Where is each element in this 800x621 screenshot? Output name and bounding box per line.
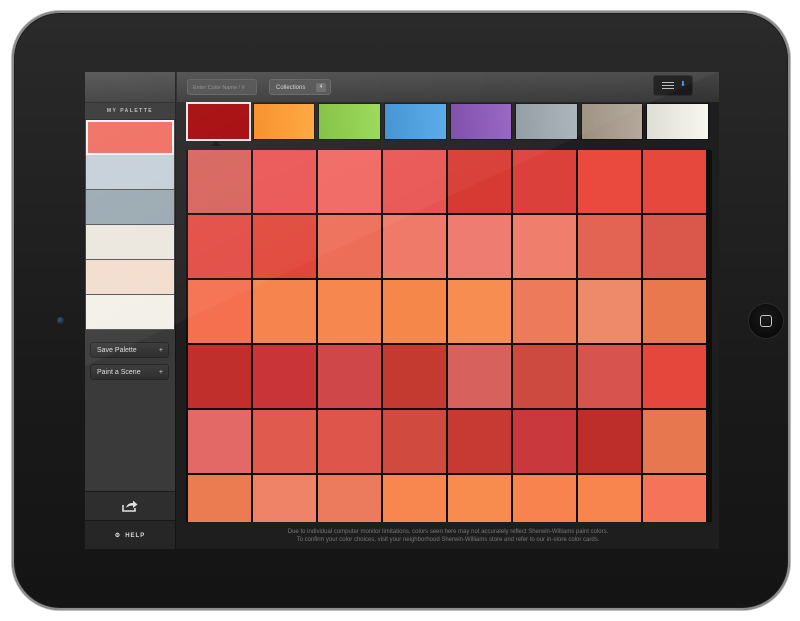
home-square-icon	[760, 315, 772, 327]
color-chip[interactable]	[643, 410, 706, 473]
plus-icon: +	[158, 347, 163, 354]
color-chip[interactable]	[513, 410, 576, 473]
color-chip-grid	[186, 150, 712, 522]
color-chip[interactable]	[578, 475, 641, 522]
share-button[interactable]	[85, 491, 175, 520]
color-chip[interactable]	[383, 280, 446, 343]
color-chip[interactable]	[448, 215, 511, 278]
color-chip[interactable]	[643, 215, 706, 278]
color-family-purple[interactable]	[449, 103, 513, 140]
paint-a-scene-label: Paint a Scene	[97, 369, 141, 376]
color-chip[interactable]	[383, 410, 446, 473]
color-chip[interactable]	[383, 475, 446, 522]
collections-label: Collections	[276, 85, 306, 91]
palette-swatch[interactable]	[86, 225, 174, 260]
color-chip[interactable]	[318, 150, 381, 213]
home-button[interactable]	[749, 304, 783, 338]
color-chip[interactable]	[188, 280, 251, 343]
sidebar-top-bar	[85, 72, 175, 103]
color-chip[interactable]	[188, 150, 251, 213]
paint-a-scene-button[interactable]: Paint a Scene +	[90, 364, 169, 380]
color-chip[interactable]	[253, 150, 316, 213]
color-chip[interactable]	[578, 410, 641, 473]
disclaimer-line-2: To confirm your color choices, visit you…	[296, 536, 600, 543]
color-chip[interactable]	[578, 345, 641, 408]
color-chip[interactable]	[188, 410, 251, 473]
app-screen: MY PALETTE Save Palette + Paint a Scene …	[85, 72, 719, 549]
color-chip[interactable]	[188, 215, 251, 278]
color-chip[interactable]	[448, 475, 511, 522]
list-menu-icon	[662, 82, 674, 89]
color-chip[interactable]	[253, 280, 316, 343]
color-disclaimer: Due to individual computer monitor limit…	[177, 525, 719, 549]
share-icon	[122, 500, 138, 512]
color-chip[interactable]	[448, 410, 511, 473]
collections-count-badge: 4	[316, 83, 326, 92]
color-chip[interactable]	[253, 410, 316, 473]
color-family-orange[interactable]	[252, 103, 316, 140]
color-chip[interactable]	[513, 475, 576, 522]
color-chip[interactable]	[188, 345, 251, 408]
color-chip[interactable]	[318, 280, 381, 343]
collections-button[interactable]: Collections 4	[269, 79, 331, 95]
color-chip[interactable]	[513, 345, 576, 408]
palette-title: MY PALETTE	[85, 103, 175, 120]
view-menu-button[interactable]: ⬇	[653, 75, 693, 96]
color-family-blue[interactable]	[383, 103, 447, 140]
color-chip[interactable]	[643, 475, 706, 522]
color-chip[interactable]	[383, 215, 446, 278]
palette-swatch[interactable]	[86, 120, 174, 155]
save-palette-button[interactable]: Save Palette +	[90, 342, 169, 358]
color-chip[interactable]	[188, 475, 251, 522]
color-chip[interactable]	[253, 345, 316, 408]
color-chip[interactable]	[383, 345, 446, 408]
color-chip[interactable]	[318, 410, 381, 473]
color-chip[interactable]	[448, 150, 511, 213]
color-family-red[interactable]	[186, 102, 251, 141]
color-chip[interactable]	[448, 345, 511, 408]
color-family-white[interactable]	[646, 103, 709, 140]
top-toolbar: Enter Color Name / # Collections 4 ⬇	[177, 72, 719, 102]
disclaimer-line-1: Due to individual computer monitor limit…	[287, 529, 609, 535]
search-input[interactable]: Enter Color Name / #	[187, 79, 257, 95]
palette-swatch[interactable]	[86, 155, 174, 190]
color-chip[interactable]	[643, 280, 706, 343]
color-chip[interactable]	[513, 280, 576, 343]
palette-swatch[interactable]	[86, 260, 174, 295]
palette-sidebar: MY PALETTE Save Palette + Paint a Scene …	[85, 72, 176, 549]
color-chip[interactable]	[253, 475, 316, 522]
color-family-gray-blue[interactable]	[515, 103, 578, 140]
gear-icon: ⚙	[114, 533, 122, 539]
palette-swatch-list	[85, 120, 175, 330]
color-chip[interactable]	[578, 150, 641, 213]
color-chip[interactable]	[578, 215, 641, 278]
color-chip[interactable]	[383, 150, 446, 213]
color-chip[interactable]	[513, 150, 576, 213]
help-button[interactable]: ⚙ HELP	[85, 520, 175, 549]
color-chip[interactable]	[448, 280, 511, 343]
plus-icon: +	[158, 369, 163, 376]
palette-swatch[interactable]	[86, 190, 174, 225]
color-chip[interactable]	[318, 475, 381, 522]
color-chip[interactable]	[643, 345, 706, 408]
color-chip[interactable]	[318, 215, 381, 278]
camera-icon	[57, 317, 64, 324]
color-chip[interactable]	[318, 345, 381, 408]
color-chip[interactable]	[253, 215, 316, 278]
selected-family-pointer	[211, 141, 221, 146]
color-chip[interactable]	[643, 150, 706, 213]
palette-swatch[interactable]	[86, 295, 174, 330]
color-chip[interactable]	[513, 215, 576, 278]
color-chip[interactable]	[578, 280, 641, 343]
color-family-strip	[186, 102, 709, 141]
color-family-green[interactable]	[318, 103, 381, 140]
save-palette-label: Save Palette	[97, 347, 137, 354]
down-arrow-icon: ⬇	[680, 81, 686, 88]
color-family-taupe[interactable]	[580, 103, 644, 140]
help-label: HELP	[125, 532, 146, 539]
